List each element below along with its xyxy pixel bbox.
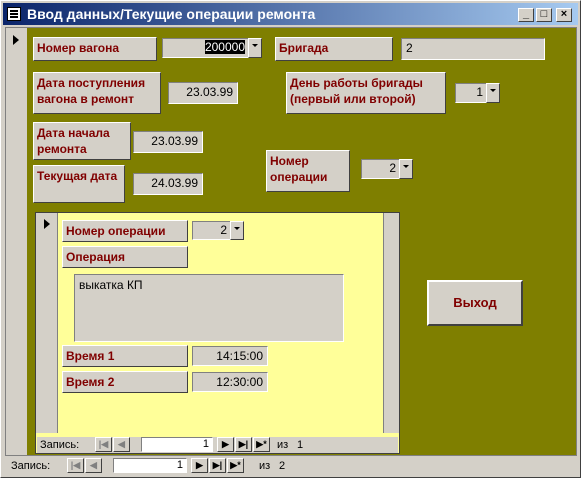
subform-record-number-field[interactable]: 1 [141, 437, 213, 452]
main-nav-of-text: из [259, 460, 271, 472]
subform-last-record-button[interactable]: ▶| [235, 437, 252, 452]
subform-nav-total: 1 [297, 439, 304, 451]
operations-subform: Номер операции 2 Операция выкатка КП Вре… [35, 212, 400, 454]
subform-new-record-button[interactable]: ▶* [253, 437, 270, 452]
main-record-number-field[interactable]: 1 [113, 458, 187, 473]
subform-vertical-scrollbar[interactable] [383, 213, 399, 433]
record-selector[interactable] [6, 28, 28, 455]
repair-start-label: Дата начала ремонта [33, 122, 131, 160]
wagon-number-combo[interactable]: 200000 [162, 38, 262, 58]
main-next-record-button[interactable]: ▶ [191, 458, 208, 473]
time2-field[interactable]: 12:30:00 [192, 372, 268, 392]
subform-operation-number-dropdown-button[interactable] [230, 221, 244, 240]
arrival-date-field[interactable]: 23.03.99 [168, 82, 238, 104]
subform-nav-of-text: из [277, 439, 289, 451]
exit-button[interactable]: Выход [427, 280, 523, 326]
subform-prev-record-button[interactable]: ◀ [113, 437, 130, 452]
wagon-number-value[interactable]: 200000 [162, 38, 248, 58]
brigade-label: Бригада [275, 37, 393, 61]
form-icon [7, 7, 21, 21]
title-bar[interactable]: Ввод данных/Текущие операции ремонта _ □… [3, 3, 578, 25]
brigade-field[interactable]: 2 [401, 38, 545, 60]
operation-number-combo[interactable]: 2 [361, 159, 413, 179]
main-prev-record-button[interactable]: ◀ [85, 458, 102, 473]
arrival-date-label: Дата поступления вагона в ремонт [33, 72, 161, 114]
brigade-day-label: День работы бригады (первый или второй) [286, 72, 446, 114]
window-title: Ввод данных/Текущие операции ремонта [27, 6, 316, 22]
minimize-button[interactable]: _ [518, 8, 534, 22]
current-date-field[interactable]: 24.03.99 [133, 173, 203, 195]
wagon-number-label: Номер вагона [33, 37, 157, 61]
main-nav-label: Запись: [11, 460, 51, 472]
form-client-area: Номер вагона 200000 Бригада 2 Дата посту… [5, 27, 577, 456]
operation-number-dropdown-button[interactable] [399, 159, 413, 179]
main-record-navigation: Запись: |◀ ◀ 1 ▶ ▶| ▶* из 2 [5, 458, 577, 474]
brigade-day-value[interactable]: 1 [455, 83, 486, 103]
operation-label: Операция [62, 246, 188, 268]
subform-record-selector[interactable] [36, 213, 58, 433]
main-new-record-button[interactable]: ▶* [227, 458, 244, 473]
subform-record-navigation: Запись: |◀ ◀ 1 ▶ ▶| ▶* из 1 [37, 437, 398, 453]
brigade-day-dropdown-button[interactable] [486, 83, 500, 103]
current-date-label: Текущая дата [33, 165, 125, 203]
time1-field[interactable]: 14:15:00 [192, 346, 268, 366]
main-nav-total: 2 [279, 460, 286, 472]
form-window: Ввод данных/Текущие операции ремонта _ □… [0, 0, 581, 478]
operation-number-value[interactable]: 2 [361, 159, 399, 179]
subform-first-record-button[interactable]: |◀ [95, 437, 112, 452]
brigade-day-combo[interactable]: 1 [455, 83, 500, 103]
main-last-record-button[interactable]: ▶| [209, 458, 226, 473]
subform-operation-number-label: Номер операции [62, 220, 188, 242]
subform-operation-number-value[interactable]: 2 [192, 221, 230, 240]
time2-label: Время 2 [62, 371, 188, 393]
current-record-arrow-icon [13, 35, 19, 45]
wagon-number-dropdown-button[interactable] [248, 38, 262, 58]
operation-number-label: Номер операции [266, 150, 350, 192]
time1-label: Время 1 [62, 345, 188, 367]
subform-nav-label: Запись: [40, 439, 80, 451]
form-detail-section: Номер вагона 200000 Бригада 2 Дата посту… [27, 28, 576, 455]
repair-start-field[interactable]: 23.03.99 [133, 131, 203, 153]
maximize-button[interactable]: □ [536, 8, 552, 22]
subform-current-record-arrow-icon [44, 219, 50, 229]
close-button[interactable]: × [556, 8, 572, 22]
main-first-record-button[interactable]: |◀ [67, 458, 84, 473]
operation-textbox[interactable]: выкатка КП [74, 274, 344, 342]
subform-next-record-button[interactable]: ▶ [217, 437, 234, 452]
subform-operation-number-combo[interactable]: 2 [192, 221, 244, 240]
